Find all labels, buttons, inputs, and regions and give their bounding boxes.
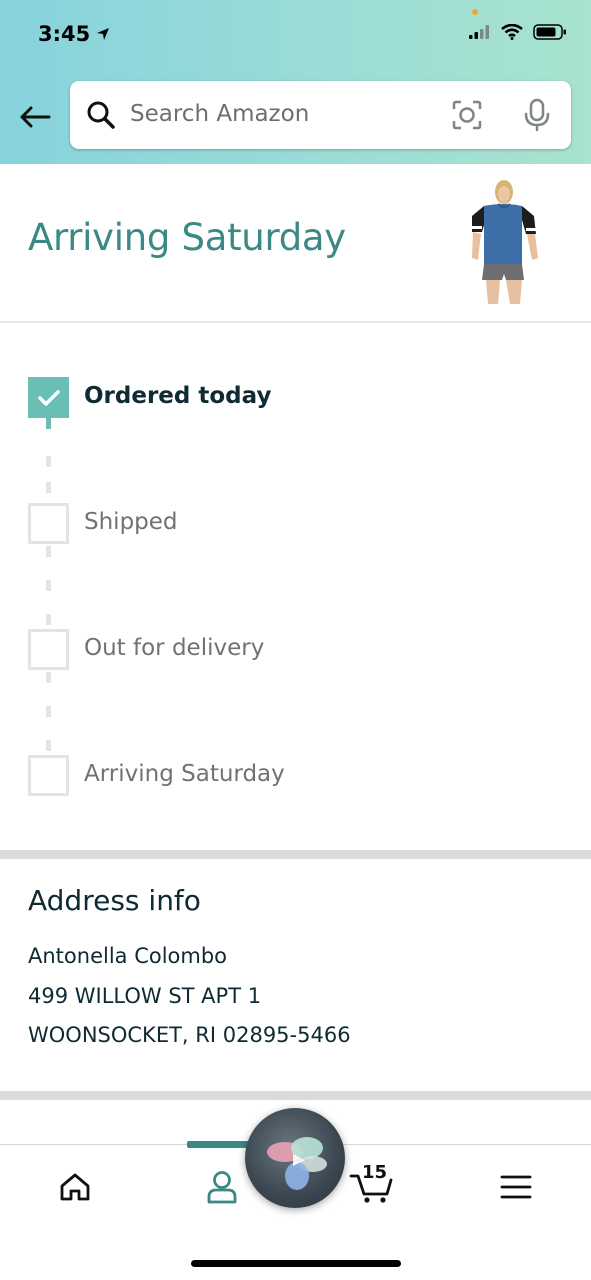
nav-account[interactable] [202, 1167, 242, 1207]
home-icon [60, 1173, 90, 1201]
progress-connector [46, 614, 51, 625]
account-icon [207, 1171, 237, 1204]
address-name: Antonella Colombo [28, 944, 228, 968]
status-time-text: 3:45 [38, 22, 91, 46]
battery-icon [533, 24, 566, 40]
progress-connector [46, 740, 51, 751]
step-shipped: Shipped [28, 503, 178, 544]
nav-menu[interactable] [496, 1167, 536, 1207]
step-arriving: Arriving Saturday [28, 755, 285, 796]
progress-connector [46, 418, 51, 429]
alexa-button[interactable] [245, 1108, 345, 1208]
step-label: Ordered today [84, 383, 272, 409]
checkbox-icon [28, 503, 69, 544]
address-city: WOONSOCKET, RI 02895-5466 [28, 1023, 351, 1047]
address-title: Address info [28, 884, 201, 917]
signal-icon [469, 25, 489, 39]
status-indicators [469, 24, 567, 40]
mic-icon[interactable] [524, 98, 550, 132]
location-icon [97, 28, 110, 40]
search-icon [87, 101, 115, 129]
search-placeholder: Search Amazon [130, 101, 310, 127]
checkbox-icon [28, 629, 69, 670]
wifi-icon [501, 24, 523, 40]
cart-count-badge: 15 [362, 1162, 388, 1183]
nav-home[interactable] [55, 1167, 95, 1207]
progress-connector [46, 706, 51, 717]
back-arrow-icon [20, 106, 51, 128]
progress-connector [46, 456, 51, 467]
progress-connector [46, 546, 51, 557]
divider [0, 321, 591, 323]
status-time: 3:45 [38, 22, 110, 46]
delivery-headline: Arriving Saturday [28, 216, 346, 259]
privacy-indicator [472, 9, 478, 15]
product-image[interactable] [464, 176, 540, 304]
step-ordered: Ordered today [28, 377, 271, 418]
checkbox-icon [28, 755, 69, 796]
back-button[interactable] [14, 98, 56, 136]
progress-connector [46, 580, 51, 591]
address-street: 499 WILLOW ST APT 1 [28, 984, 262, 1008]
camera-search-icon[interactable] [451, 99, 483, 131]
menu-icon [500, 1175, 532, 1199]
section-divider [0, 1091, 591, 1100]
home-indicator[interactable] [191, 1260, 401, 1267]
check-icon [28, 377, 69, 418]
alexa-icon [267, 1137, 327, 1190]
step-label: Out for delivery [84, 635, 265, 661]
step-label: Arriving Saturday [84, 761, 285, 787]
section-divider [0, 850, 591, 859]
search-input[interactable]: Search Amazon [70, 81, 571, 149]
progress-connector [46, 482, 51, 493]
progress-connector [46, 672, 51, 683]
step-out-for-delivery: Out for delivery [28, 629, 264, 670]
step-label: Shipped [84, 509, 178, 535]
